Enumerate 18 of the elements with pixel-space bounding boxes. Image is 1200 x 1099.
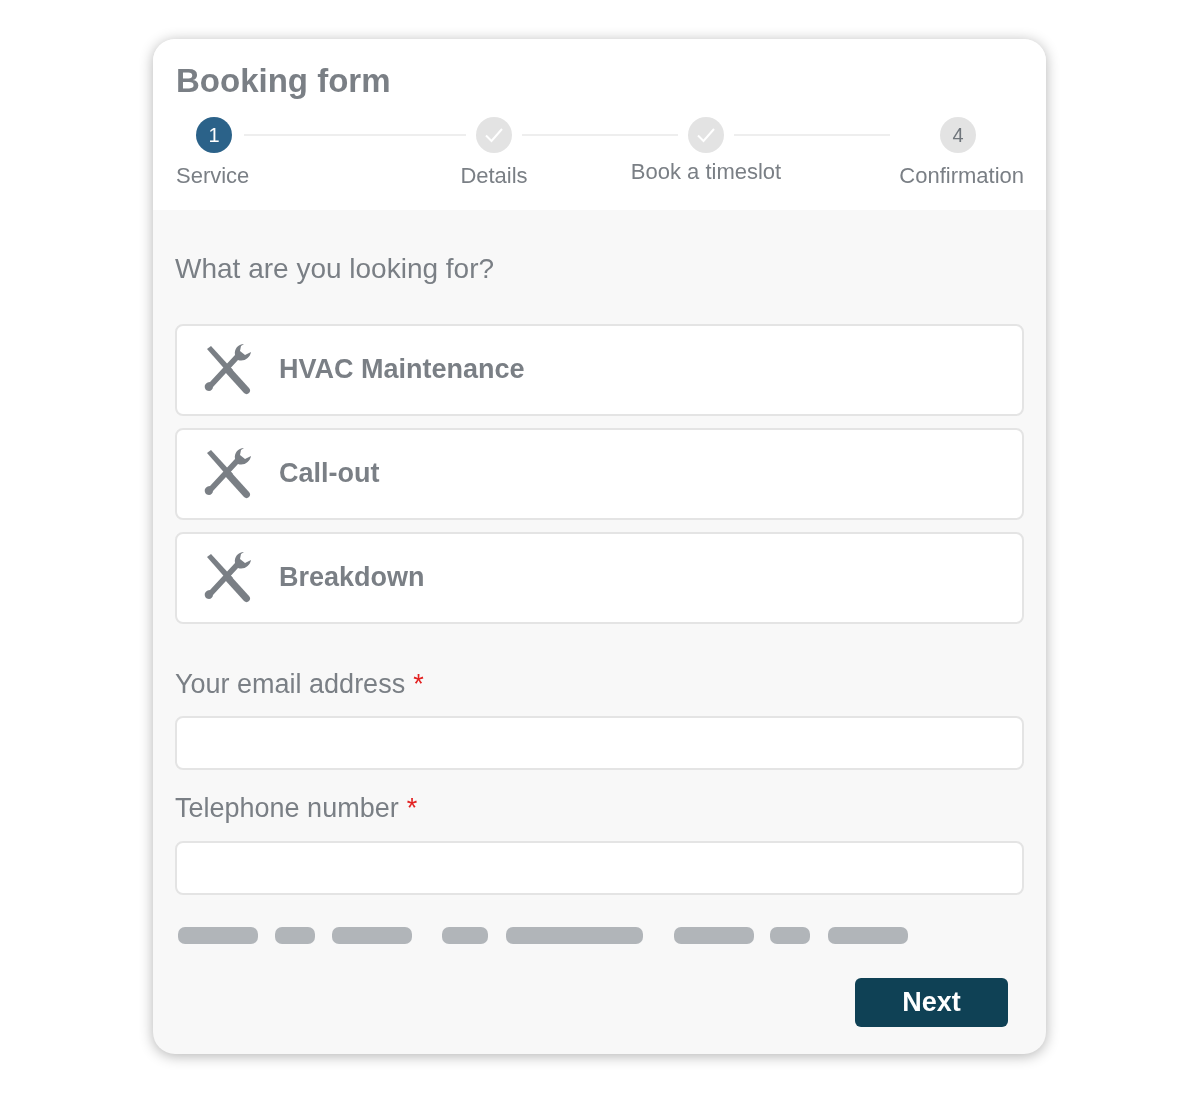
input-field[interactable] — [175, 716, 1024, 771]
next-button[interactable]: Next — [855, 977, 1008, 1027]
field-label: Telephone number — [175, 793, 399, 824]
step-label: Confirmation — [899, 161, 1024, 190]
step-number: 1 — [196, 116, 232, 153]
field-label: Your email address — [175, 668, 406, 699]
service-option[interactable]: Breakdown — [175, 531, 1024, 624]
input-field[interactable] — [175, 840, 1024, 895]
service-option[interactable]: Call-out — [175, 427, 1024, 520]
question-text: What are you looking for? — [175, 251, 496, 286]
form-title: Booking form — [176, 61, 392, 101]
step-label: Details — [460, 161, 528, 190]
service-option[interactable]: HVAC Maintenance — [175, 323, 1024, 416]
step-label: Service — [176, 161, 250, 190]
required-mark: * — [406, 793, 418, 824]
required-mark: * — [413, 668, 424, 699]
step-label: Book a timeslot — [630, 157, 782, 186]
step-number: 4 — [940, 116, 976, 153]
